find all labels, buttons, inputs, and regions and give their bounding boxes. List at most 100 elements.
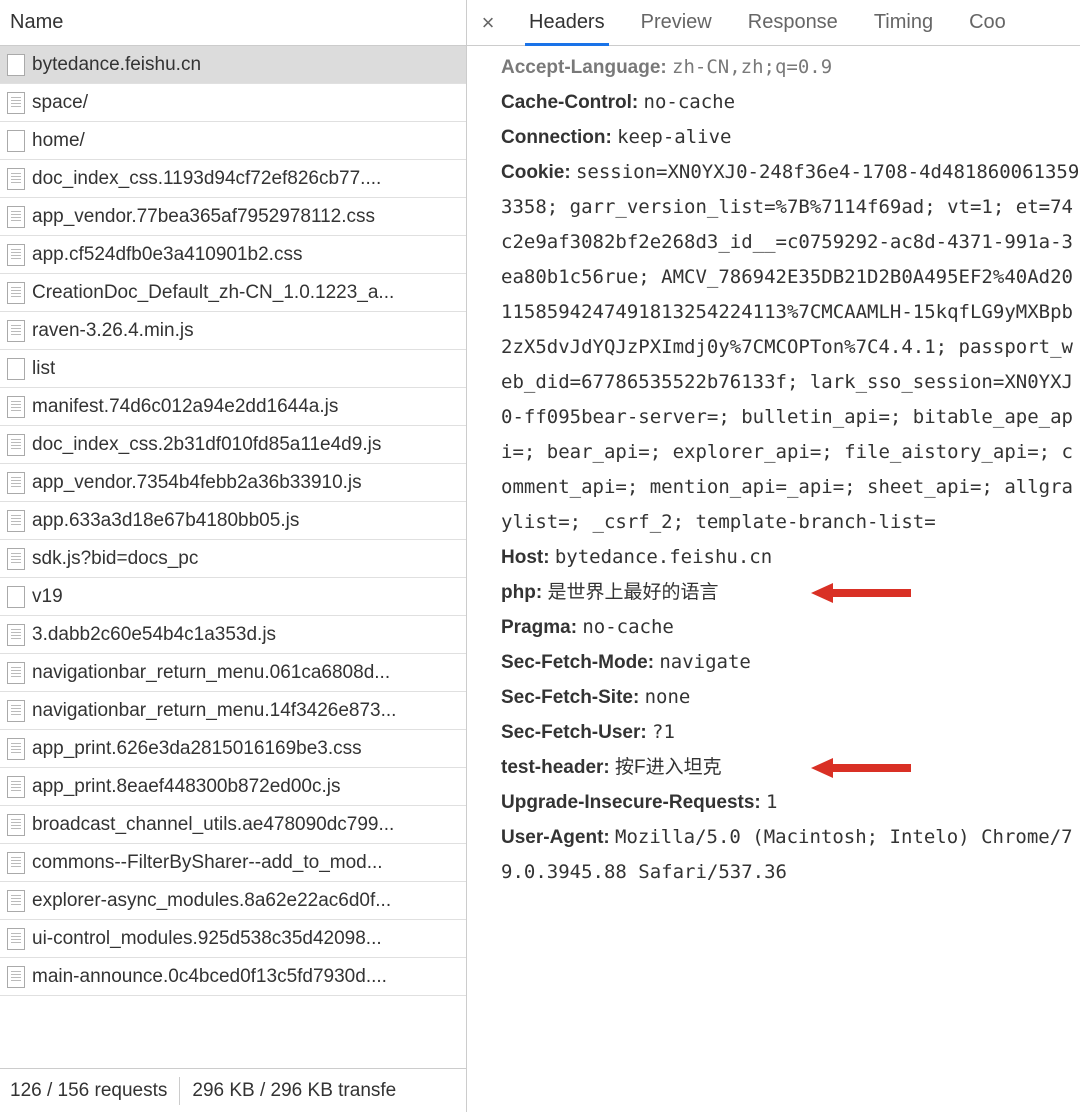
request-name: navigationbar_return_menu.14f3426e873... (32, 700, 396, 722)
request-row[interactable]: bytedance.feishu.cn (0, 46, 466, 84)
header-key: Cache-Control: (501, 92, 644, 113)
request-row[interactable]: doc_index_css.2b31df010fd85a11e4d9.js (0, 426, 466, 464)
request-name: app_print.8eaef448300b872ed00c.js (32, 776, 341, 798)
request-name: bytedance.feishu.cn (32, 54, 201, 76)
request-row[interactable]: CreationDoc_Default_zh-CN_1.0.1223_a... (0, 274, 466, 312)
request-name: broadcast_channel_utils.ae478090dc799... (32, 814, 394, 836)
request-row[interactable]: commons--FilterBySharer--add_to_mod... (0, 844, 466, 882)
request-row[interactable]: app_print.626e3da2815016169be3.css (0, 730, 466, 768)
request-row[interactable]: app.cf524dfb0e3a410901b2.css (0, 236, 466, 274)
header-line: Host: bytedance.feishu.cn (501, 540, 1080, 575)
request-row[interactable]: app_vendor.7354b4febb2a36b33910.js (0, 464, 466, 502)
request-row[interactable]: navigationbar_return_menu.061ca6808d... (0, 654, 466, 692)
request-name: CreationDoc_Default_zh-CN_1.0.1223_a... (32, 282, 394, 304)
request-row[interactable]: main-announce.0c4bced0f13c5fd7930d.... (0, 958, 466, 996)
request-name: app_vendor.77bea365af7952978112.css (32, 206, 375, 228)
tab-response[interactable]: Response (730, 0, 856, 46)
header-key: Upgrade-Insecure-Requests: (501, 792, 766, 813)
header-key: Sec-Fetch-Site: (501, 687, 645, 708)
request-row[interactable]: ui-control_modules.925d538c35d42098... (0, 920, 466, 958)
file-icon (7, 624, 25, 646)
request-row[interactable]: doc_index_css.1193d94cf72ef826cb77.... (0, 160, 466, 198)
header-line: Upgrade-Insecure-Requests: 1 (501, 785, 1080, 820)
request-name: manifest.74d6c012a94e2dd1644a.js (32, 396, 338, 418)
file-icon (7, 434, 25, 456)
request-row[interactable]: raven-3.26.4.min.js (0, 312, 466, 350)
tab-timing[interactable]: Timing (856, 0, 951, 46)
header-line: Sec-Fetch-Mode: navigate (501, 645, 1080, 680)
request-row[interactable]: broadcast_channel_utils.ae478090dc799... (0, 806, 466, 844)
status-separator (179, 1077, 180, 1105)
request-row[interactable]: app_print.8eaef448300b872ed00c.js (0, 768, 466, 806)
file-icon (7, 700, 25, 722)
tab-coo[interactable]: Coo (951, 0, 1024, 46)
request-name: ui-control_modules.925d538c35d42098... (32, 928, 382, 950)
request-name: app.633a3d18e67b4180bb05.js (32, 510, 299, 532)
headers-content[interactable]: Accept-Language: zh-CN,zh;q=0.9Cache-Con… (467, 46, 1080, 1112)
file-icon (7, 244, 25, 266)
requests-header: Name (0, 0, 466, 46)
details-tabs-row: × HeadersPreviewResponseTimingCoo (467, 0, 1080, 46)
request-row[interactable]: app.633a3d18e67b4180bb05.js (0, 502, 466, 540)
request-row[interactable]: space/ (0, 84, 466, 122)
request-name: list (32, 358, 55, 380)
status-requests: 126 / 156 requests (10, 1080, 167, 1102)
header-line: Connection: keep-alive (501, 120, 1080, 155)
file-icon (7, 320, 25, 342)
request-name: app_vendor.7354b4febb2a36b33910.js (32, 472, 362, 494)
header-value: zh-CN,zh;q=0.9 (672, 56, 832, 78)
header-key: Host: (501, 547, 555, 568)
request-row[interactable]: 3.dabb2c60e54b4c1a353d.js (0, 616, 466, 654)
request-name: home/ (32, 130, 85, 152)
file-icon (7, 472, 25, 494)
file-icon (7, 282, 25, 304)
header-key: test-header: (501, 757, 615, 778)
file-icon (7, 852, 25, 874)
request-name: navigationbar_return_menu.061ca6808d... (32, 662, 390, 684)
request-name: raven-3.26.4.min.js (32, 320, 194, 342)
request-name: doc_index_css.2b31df010fd85a11e4d9.js (32, 434, 381, 456)
header-key: php: (501, 582, 547, 603)
status-transfer: 296 KB / 296 KB transfe (192, 1080, 396, 1102)
header-value: no-cache (582, 616, 674, 638)
header-value: no-cache (644, 91, 736, 113)
request-name: explorer-async_modules.8a62e22ac6d0f... (32, 890, 391, 912)
file-icon (7, 130, 25, 152)
request-row[interactable]: navigationbar_return_menu.14f3426e873... (0, 692, 466, 730)
header-key: Connection: (501, 127, 617, 148)
request-row[interactable]: manifest.74d6c012a94e2dd1644a.js (0, 388, 466, 426)
request-name: app.cf524dfb0e3a410901b2.css (32, 244, 302, 266)
header-value: none (645, 686, 691, 708)
file-icon (7, 814, 25, 836)
file-icon (7, 548, 25, 570)
header-value: keep-alive (617, 126, 731, 148)
arrow-icon (811, 756, 911, 780)
header-line: Cache-Control: no-cache (501, 85, 1080, 120)
request-row[interactable]: explorer-async_modules.8a62e22ac6d0f... (0, 882, 466, 920)
request-list[interactable]: bytedance.feishu.cn space/home/doc_index_… (0, 46, 466, 1068)
header-value: ?1 (652, 721, 675, 743)
file-icon (7, 662, 25, 684)
header-value: 是世界上最好的语言 (547, 582, 718, 603)
network-left-panel: Name bytedance.feishu.cn space/home/doc_i… (0, 0, 467, 1112)
request-row[interactable]: home/ (0, 122, 466, 160)
header-value: 按F进入坦克 (615, 757, 722, 778)
header-value: bytedance.feishu.cn (555, 546, 772, 568)
request-row[interactable]: sdk.js?bid=docs_pc (0, 540, 466, 578)
file-icon (7, 54, 25, 76)
request-name: commons--FilterBySharer--add_to_mod... (32, 852, 383, 874)
header-value: 1 (766, 791, 777, 813)
tab-headers[interactable]: Headers (511, 0, 623, 46)
header-line: Sec-Fetch-User: ?1 (501, 715, 1080, 750)
close-icon[interactable]: × (473, 10, 503, 36)
header-value: navigate (659, 651, 751, 673)
file-icon (7, 928, 25, 950)
tab-preview[interactable]: Preview (623, 0, 730, 46)
request-row[interactable]: list (0, 350, 466, 388)
request-row[interactable]: v19 (0, 578, 466, 616)
tabs-container: HeadersPreviewResponseTimingCoo (511, 0, 1024, 46)
header-line: Pragma: no-cache (501, 610, 1080, 645)
file-icon (7, 396, 25, 418)
header-line: Sec-Fetch-Site: none (501, 680, 1080, 715)
request-row[interactable]: app_vendor.77bea365af7952978112.css (0, 198, 466, 236)
